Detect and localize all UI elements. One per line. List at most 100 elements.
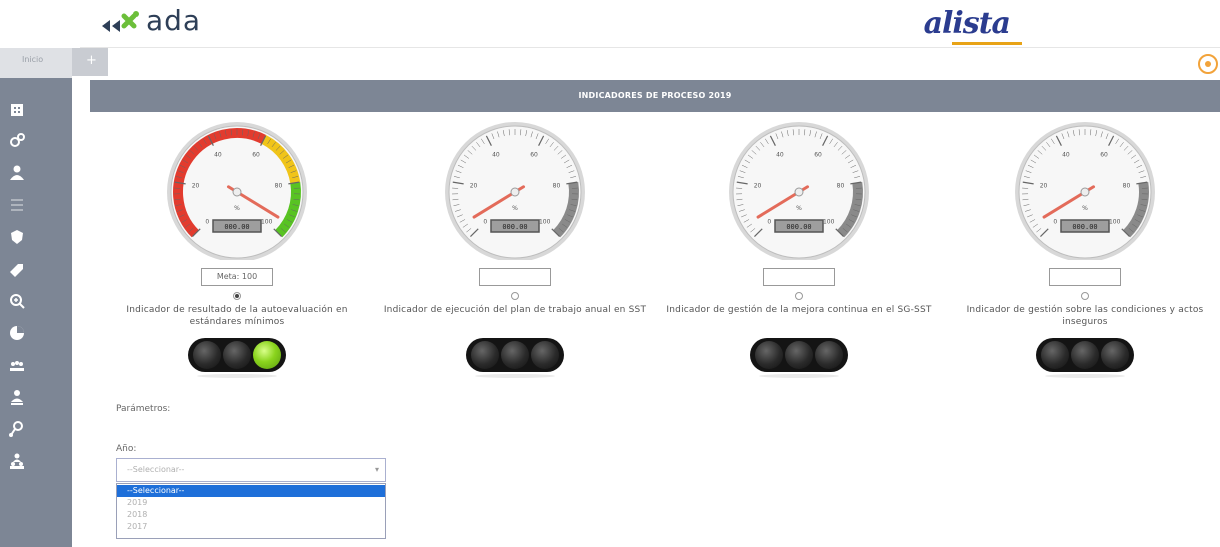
gauge-radio[interactable] [511, 292, 519, 300]
people-icon[interactable] [8, 356, 26, 374]
traffic-lamp-red [1041, 341, 1069, 369]
gauge-hub [1080, 187, 1090, 197]
year-option[interactable]: --Seleccionar-- [117, 485, 385, 497]
tag-icon[interactable] [8, 260, 26, 278]
ada-logo[interactable]: ada [100, 4, 201, 38]
year-select[interactable]: --Seleccionar-- ▾ [116, 458, 386, 482]
traffic-lamp-yellow [1071, 341, 1099, 369]
gauge-target-input[interactable]: Meta: 100 [201, 268, 273, 286]
gauge-tick-label: 20 [754, 182, 762, 189]
settings-corner-button[interactable] [1198, 54, 1218, 74]
traffic-lamp-green [1101, 341, 1129, 369]
gauge-target-input[interactable] [1049, 268, 1121, 286]
traffic-lamp-red [755, 341, 783, 369]
ada-logo-text: ada [146, 4, 202, 37]
gauge-dial: 0 20 40 60 80 100% 000.00 [445, 122, 585, 260]
traffic-lamp-yellow [223, 341, 251, 369]
gauge-tick-label: 100 [539, 219, 551, 226]
sidebar-toggle-button[interactable]: + [72, 48, 108, 76]
gauge-value-text: 000.00 [224, 223, 249, 231]
list-icon[interactable] [8, 196, 26, 214]
gauge-card-2: 0 20 40 60 80 100% 000.00 Indicador de ejecuci… [380, 120, 650, 390]
gauge-hub [232, 187, 242, 197]
gauge-hub [794, 187, 804, 197]
params-heading: Parámetros: [116, 404, 171, 414]
gauge-tick-label: 80 [553, 182, 561, 189]
gauge-tick-label: 0 [767, 219, 771, 226]
year-select-value: --Seleccionar-- [127, 465, 185, 474]
gauge-tick-label: 100 [1109, 219, 1121, 226]
sidebar [0, 78, 72, 547]
gauge-value-text: 000.00 [1072, 223, 1097, 231]
gauge-radio[interactable] [1081, 292, 1089, 300]
gauge-value-text: 000.00 [502, 223, 527, 231]
gauge-tick-label: 0 [483, 219, 487, 226]
gauge-target-input[interactable] [763, 268, 835, 286]
user-icon[interactable] [8, 164, 26, 182]
gauge-dial: 0 20 40 60 80 100% 000.00 [1015, 122, 1155, 260]
gauge-tick-label: 20 [192, 182, 200, 189]
gauge-unit: % [1082, 205, 1088, 212]
traffic-shadow [759, 374, 839, 378]
building-icon[interactable] [8, 100, 26, 118]
gauge-tick-label: 40 [1062, 152, 1070, 159]
gauge-tick-label: 100 [261, 219, 273, 226]
traffic-light [1036, 338, 1134, 372]
gauge-unit: % [234, 205, 240, 212]
user-settings-icon[interactable] [8, 388, 26, 406]
gauge-hub [510, 187, 520, 197]
gauge-label: Indicador de ejecución del plan de traba… [383, 305, 647, 315]
year-label: Año: [116, 444, 137, 454]
chevron-down-icon: ▾ [374, 465, 379, 474]
traffic-shadow [475, 374, 555, 378]
gauge-tick-label: 80 [275, 182, 283, 189]
gauge-card-4: 0 20 40 60 80 100% 000.00 Indicador de gestión… [950, 120, 1220, 390]
ada-logo-mark-icon [102, 11, 139, 32]
gauge-tick-label: 20 [1040, 182, 1048, 189]
group-icon[interactable] [8, 452, 26, 470]
sidebar-home-label: Inicio [22, 55, 44, 64]
gauge-dial: 0 20 40 60 80 100% 000.00 [167, 122, 307, 260]
traffic-lamp-red [471, 341, 499, 369]
alista-logo-text: alista [923, 6, 1011, 41]
traffic-light [466, 338, 564, 372]
gauge-radio[interactable] [795, 292, 803, 300]
year-option[interactable]: 2017 [117, 521, 385, 533]
gauge-target-input[interactable] [479, 268, 551, 286]
gauge-card-3: 0 20 40 60 80 100% 000.00 Indicador de gestión… [664, 120, 934, 390]
gauge-tick-label: 40 [776, 152, 784, 159]
gauge-tick-label: 60 [1100, 152, 1108, 159]
gauge-tick-label: 80 [837, 182, 845, 189]
alista-logo[interactable]: alista [923, 6, 1022, 45]
app-root: ada alista Inicio + INDICADORES DE PROCE… [0, 0, 1220, 547]
gauge-unit: % [796, 205, 802, 212]
header: ada alista [0, 0, 1220, 48]
gears-icon[interactable] [8, 132, 26, 150]
gauge-radio[interactable] [233, 292, 241, 300]
key-icon[interactable] [8, 420, 26, 438]
shield-icon[interactable] [8, 228, 26, 246]
traffic-lamp-green [531, 341, 559, 369]
plus-icon: + [86, 53, 97, 68]
gauge-tick-label: 40 [492, 152, 500, 159]
year-options-list: --Seleccionar-- 2019 2018 2017 [116, 483, 386, 539]
year-option[interactable]: 2018 [117, 509, 385, 521]
traffic-lamp-green [253, 341, 281, 369]
gauge-tick-label: 0 [205, 219, 209, 226]
traffic-shadow [1045, 374, 1125, 378]
traffic-light [750, 338, 848, 372]
traffic-lamp-yellow [785, 341, 813, 369]
traffic-shadow [197, 374, 277, 378]
traffic-lamp-red [193, 341, 221, 369]
header-divider [80, 47, 1220, 48]
gauge-label: Indicador de gestión de la mejora contin… [666, 305, 932, 315]
gauge-label: Indicador de gestión sobre las condicion… [966, 305, 1204, 327]
sidebar-home-tab[interactable]: Inicio [0, 48, 72, 78]
traffic-lamp-yellow [501, 341, 529, 369]
gauge-value-text: 000.00 [786, 223, 811, 231]
zoom-in-icon[interactable] [8, 292, 26, 310]
gauge-unit: % [512, 205, 518, 212]
pie-chart-icon[interactable] [8, 324, 26, 342]
year-option[interactable]: 2019 [117, 497, 385, 509]
gauge-label: Indicador de resultado de la autoevaluac… [126, 305, 348, 327]
